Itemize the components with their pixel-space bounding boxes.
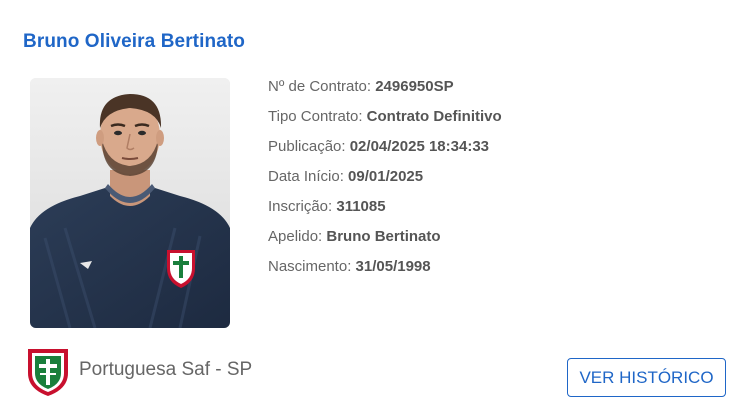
detail-label: Inscrição: xyxy=(268,198,337,215)
detail-value: 09/01/2025 xyxy=(348,168,424,185)
detail-value: 311085 xyxy=(336,198,386,215)
portuguesa-crest-icon xyxy=(26,347,70,397)
player-photo xyxy=(30,78,230,328)
detail-value: 31/05/1998 xyxy=(355,258,431,275)
detail-value: Bruno Bertinato xyxy=(326,228,441,245)
detail-value: 2496950SP xyxy=(375,78,454,95)
view-history-button[interactable]: VER HISTÓRICO xyxy=(567,358,726,397)
detail-birth-date: Nascimento: 31/05/1998 xyxy=(268,252,502,282)
detail-label: Apelido: xyxy=(268,228,327,245)
detail-publication: Publicação: 02/04/2025 18:34:33 xyxy=(268,132,502,162)
detail-nickname: Apelido: Bruno Bertinato xyxy=(268,222,502,252)
detail-value: 02/04/2025 18:34:33 xyxy=(349,138,490,155)
detail-label: Data Início: xyxy=(268,168,349,185)
detail-label: Tipo Contrato: xyxy=(268,108,367,125)
detail-contract-number: Nº de Contrato: 2496950SP xyxy=(268,72,502,102)
detail-label: Publicação: xyxy=(268,138,350,155)
detail-label: Nascimento: xyxy=(268,258,356,275)
detail-contract-type: Tipo Contrato: Contrato Definitivo xyxy=(268,102,502,132)
detail-registration: Inscrição: 311085 xyxy=(268,192,502,222)
club-name: Portuguesa Saf - SP xyxy=(79,359,253,380)
detail-value: Contrato Definitivo xyxy=(366,108,502,125)
contract-details: Nº de Contrato: 2496950SP Tipo Contrato:… xyxy=(268,72,502,282)
detail-start-date: Data Início: 09/01/2025 xyxy=(268,162,502,192)
detail-label: Nº de Contrato: xyxy=(268,78,376,95)
player-name: Bruno Oliveira Bertinato xyxy=(23,31,245,52)
